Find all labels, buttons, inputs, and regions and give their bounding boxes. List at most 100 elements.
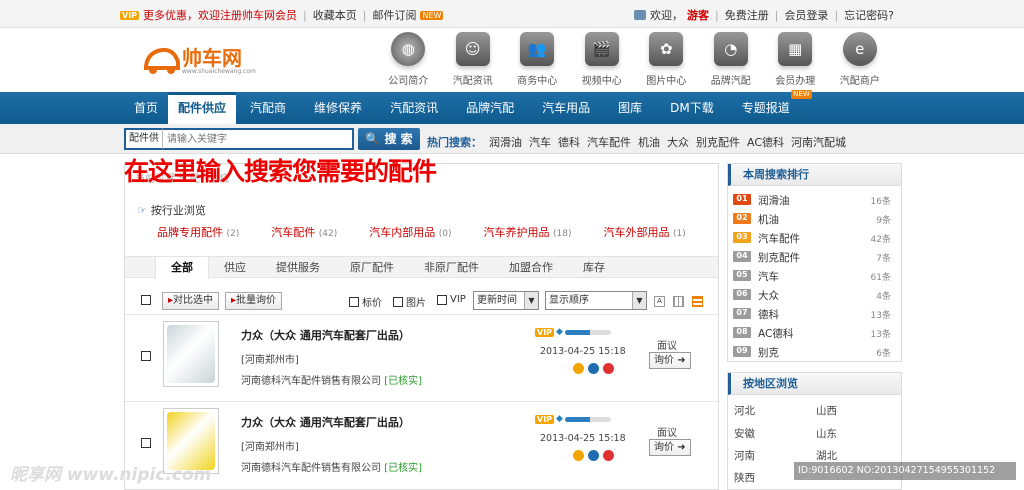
nav-merchants[interactable]: e 汽配商户 [828,32,893,90]
inquiry-button[interactable]: 询价 ➜ [649,352,691,369]
search-input[interactable] [162,128,354,150]
ranking-item[interactable]: 07 德科 13条 [728,304,901,323]
tab-oem-parts[interactable]: 原厂配件 [335,257,409,277]
company-name: 河南德科汽车配件销售有限公司 [已核实] [241,376,422,387]
chat-icon[interactable] [573,450,584,461]
site-logo[interactable]: 帅车网 www.shuaichewang.com [142,36,256,82]
region-link[interactable]: 河南 [734,448,755,463]
nav-pictures[interactable]: ✿ 图片中心 [634,32,699,90]
nav-gallery[interactable]: 图库 [604,92,656,124]
display-order-select[interactable]: 显示顺序 ▼ [545,291,647,310]
tab-stock[interactable]: 库存 [568,257,620,277]
hot-keyword[interactable]: 德科 [558,134,580,150]
product-title[interactable]: 力众（大众 通用汽车配套厂出品） [241,414,410,430]
ranking-item[interactable]: 05 汽车 61条 [728,266,901,285]
nav-business[interactable]: 👥 商务中心 [505,32,570,90]
search-category-select[interactable]: 配件供 [124,128,164,150]
filter-price-checkbox[interactable] [349,296,359,307]
qq-icon[interactable] [603,363,614,374]
region-link[interactable]: 陕西 [734,470,755,485]
promo-link[interactable]: 更多优惠，欢迎注册帅车网会员 [143,7,297,23]
product-image[interactable] [163,321,219,387]
ranking-item[interactable]: 01 润滑油 16条 [728,190,901,209]
qq-icon[interactable] [588,450,599,461]
listing-tabs: 全部 供应 提供服务 原厂配件 非原厂配件 加盟合作 库存 [125,256,718,279]
category-link[interactable]: 汽车养护用品 (18) [483,224,571,240]
nav-membership[interactable]: ▦ 会员办理 [763,32,828,90]
category-link[interactable]: 汽车外部用品 (1) [603,224,685,240]
select-all-checkbox[interactable] [141,295,151,305]
vip-badge: VIP [535,414,555,424]
compare-button[interactable]: ▸对比选中 [162,292,220,310]
nav-brand-parts-main[interactable]: 品牌汽配 [452,92,528,124]
qq-icon[interactable] [603,450,614,461]
sort-select[interactable]: 更新时间 ▼ [473,291,539,310]
ranking-item[interactable]: 08 AC德科 13条 [728,323,901,342]
hot-keyword[interactable]: 汽车 [529,134,551,150]
tab-supply[interactable]: 供应 [209,257,261,277]
hot-keyword[interactable]: 别克配件 [696,134,740,150]
region-link[interactable]: 山西 [816,403,837,418]
tab-services[interactable]: 提供服务 [261,257,335,277]
nav-home[interactable]: 首页 [124,92,168,124]
nav-dealers[interactable]: 汽配商 [236,92,300,124]
ranking-item[interactable]: 09 别克 6条 [728,342,901,361]
rss-icon: ◔ [713,32,748,66]
filter-image-checkbox[interactable] [393,296,403,307]
category-link[interactable]: 品牌专用配件 (2) [157,224,239,240]
supply-list-panel: 当前位置 > 配件供应 ☞ 按行业浏览 品牌专用配件 (2) 汽车配件 (42) … [124,163,719,490]
top-icon-nav: ◍ 公司简介 ☺ 汽配资讯 👥 商务中心 🎬 视频中心 ✿ 图片中心 ◔ 品牌汽配 ▦ 会员办… [376,32,892,90]
hot-keyword[interactable]: 大众 [667,134,689,150]
list-item: 力众（大众 通用汽车配套厂出品） [河南郑州市] 河南德科汽车配件销售有限公司 … [125,401,718,483]
product-location: [河南郑州市] [241,355,299,366]
item-checkbox[interactable] [141,351,151,361]
product-title[interactable]: 力众（大众 通用汽车配套厂出品） [241,327,410,343]
batch-inquiry-button[interactable]: ▸批量询价 [225,292,283,310]
region-link[interactable]: 山东 [816,426,837,441]
hot-keyword[interactable]: 润滑油 [489,134,522,150]
view-list-icon[interactable] [692,296,703,307]
nav-company-intro[interactable]: ◍ 公司简介 [376,32,441,90]
nav-car-supplies[interactable]: 汽车用品 [528,92,604,124]
hot-keyword[interactable]: AC德科 [747,134,784,150]
nav-news[interactable]: ☺ 汽配资讯 [441,32,506,90]
inquiry-button[interactable]: 询价 ➜ [649,439,691,456]
nav-brand-parts[interactable]: ◔ 品牌汽配 [699,32,764,90]
region-link[interactable]: 安徽 [734,426,755,441]
qq-icon[interactable] [588,363,599,374]
forgot-password-link[interactable]: 忘记密码? [844,7,894,23]
ranking-item[interactable]: 03 汽车配件 42条 [728,228,901,247]
nav-special-report[interactable]: 专题报道 NEW [728,90,812,124]
ranking-item[interactable]: 02 机油 9条 [728,209,901,228]
hot-keyword[interactable]: 机油 [638,134,660,150]
nav-video[interactable]: 🎬 视频中心 [570,32,635,90]
region-link[interactable]: 湖北 [816,448,837,463]
nav-dm-download[interactable]: DM下载 [656,92,728,124]
bookmark-link[interactable]: 收藏本页 [313,7,357,23]
category-link[interactable]: 汽车配件 (42) [271,224,337,240]
subscribe-link[interactable]: 邮件订阅 [372,7,416,23]
nav-maintenance[interactable]: 维修保养 [300,92,376,124]
tab-franchise[interactable]: 加盟合作 [494,257,568,277]
item-checkbox[interactable] [141,438,151,448]
tab-non-oem-parts[interactable]: 非原厂配件 [409,257,494,277]
nav-parts-supply[interactable]: 配件供应 [168,92,237,124]
region-link[interactable]: 河北 [734,403,755,418]
view-text-icon[interactable]: A [654,296,665,307]
tab-all[interactable]: 全部 [155,257,209,279]
chat-icon[interactable] [573,363,584,374]
filter-vip-checkbox[interactable] [437,294,447,305]
login-link[interactable]: 会员登录 [784,7,828,23]
view-grid-icon[interactable] [673,296,684,307]
ranking-item[interactable]: 04 别克配件 7条 [728,247,901,266]
chevron-down-icon: ▼ [524,292,538,309]
ranking-item[interactable]: 06 大众 4条 [728,285,901,304]
search-button[interactable]: 🔍 搜 索 [358,128,420,150]
register-link[interactable]: 免费注册 [725,7,769,23]
annotation-text: 在这里输入搜索您需要的配件 [124,157,437,186]
hot-keyword[interactable]: 河南汽配城 [791,134,846,150]
category-link[interactable]: 汽车内部用品 (0) [369,224,451,240]
grid-icon: ▦ [778,32,813,66]
hot-keyword[interactable]: 汽车配件 [587,134,631,150]
nav-parts-news[interactable]: 汽配资讯 [376,92,452,124]
